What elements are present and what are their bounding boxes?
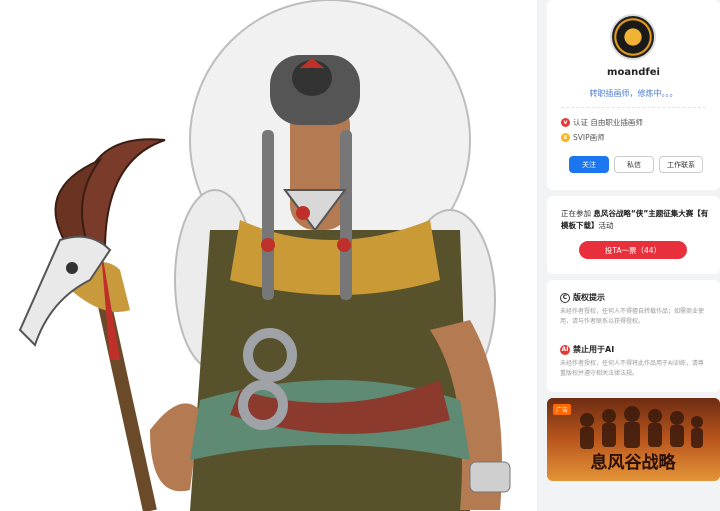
ad-artwork: 息风谷战略 — [547, 398, 720, 481]
verified-icon: v — [561, 118, 570, 127]
copyright-title: C 版权提示 — [560, 292, 605, 303]
copyright-title-text: 版权提示 — [573, 293, 605, 302]
svip-icon: ♛ — [561, 133, 570, 142]
badge-verified: v 认证 自由职业插画师 — [561, 117, 643, 128]
copyright-body: 未经作者授权，任何人不得擅自转载作品；如需商业使用，请与作者联系以获得授权。 — [560, 308, 705, 325]
username[interactable]: moandfei — [547, 67, 720, 78]
profile-actions: 关注 私信 工作联系 — [569, 156, 703, 173]
no-ai-body: 未经作者授权，任何人不得将此作品用于AI训练，请尊重版权并遵守相关法律法规。 — [560, 360, 704, 377]
ad-title: 息风谷战略 — [591, 452, 677, 473]
event-prefix: 正在参加 — [561, 209, 591, 218]
warrior-illustration — [18, 0, 511, 511]
message-button[interactable]: 私信 — [614, 156, 654, 173]
badge-svip-label: SVIP画师 — [573, 133, 605, 142]
profile-card: moandfei 转职插画师，修炼中。。。 v 认证 自由职业插画师 ♛ SVI… — [547, 0, 720, 190]
event-text: 正在参加 息风谷战略“侠”主题征集大赛【有模板下载】活动 — [561, 208, 709, 232]
no-ai-title: AI 禁止用于AI — [560, 344, 614, 355]
work-contact-button[interactable]: 工作联系 — [659, 156, 703, 173]
sidebar: moandfei 转职插画师，修炼中。。。 v 认证 自由职业插画师 ♛ SVI… — [547, 0, 720, 511]
event-card: 正在参加 息风谷战略“侠”主题征集大赛【有模板下载】活动 投TA一票（44） — [547, 196, 720, 274]
artwork-image[interactable] — [0, 0, 537, 511]
avatar[interactable] — [610, 14, 656, 60]
copyright-icon: C — [560, 292, 570, 303]
ad-tag: 广告 — [553, 404, 572, 415]
vote-button[interactable]: 投TA一票（44） — [579, 241, 687, 259]
no-ai-icon: AI — [560, 344, 570, 355]
divider — [561, 107, 706, 108]
ad-banner[interactable]: 息风谷战略 广告 — [547, 398, 720, 481]
badge-svip: ♛ SVIP画师 — [561, 132, 605, 143]
badge-verified-label: 认证 自由职业插画师 — [573, 118, 643, 127]
follow-button[interactable]: 关注 — [569, 156, 609, 173]
notice-card: C 版权提示 未经作者授权，任何人不得擅自转载作品；如需商业使用，请与作者联系以… — [547, 280, 720, 392]
user-bio: 转职插画师，修炼中。。。 — [589, 89, 678, 98]
event-suffix: 活动 — [598, 221, 614, 230]
no-ai-title-text: 禁止用于AI — [573, 345, 615, 354]
